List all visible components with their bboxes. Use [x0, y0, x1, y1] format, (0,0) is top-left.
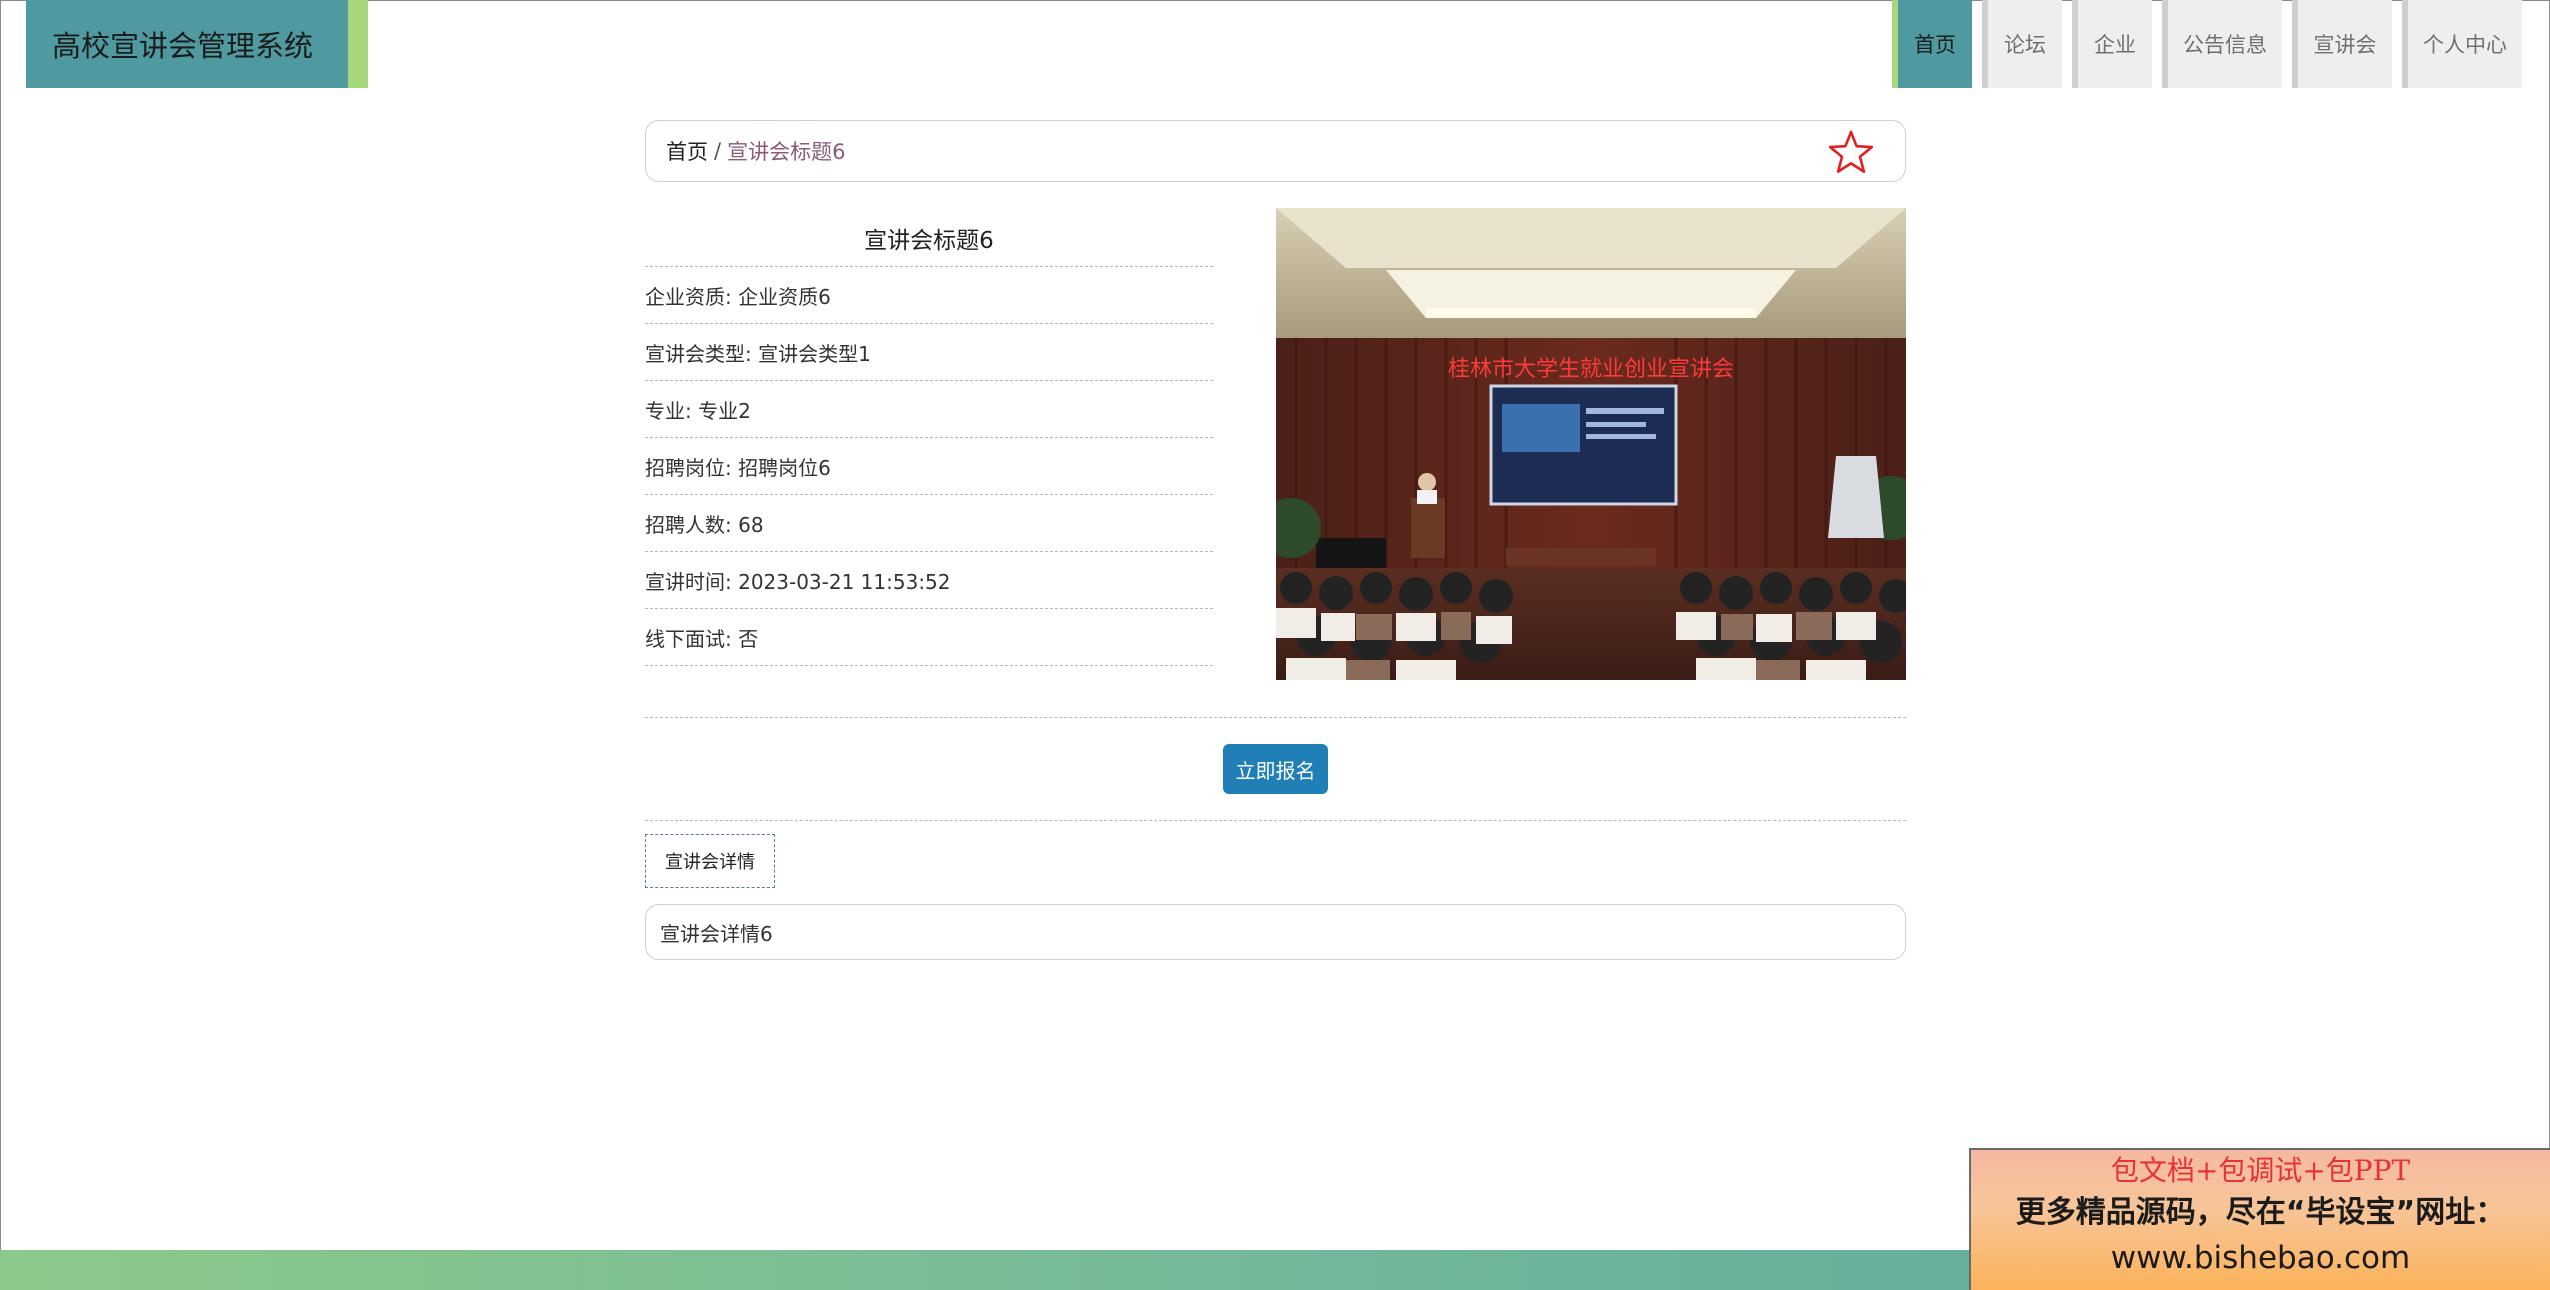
promo-line-2: 更多精品源码，尽在“毕设宝”网址：	[2015, 1195, 2506, 1230]
breadcrumb-home-link[interactable]: 首页	[666, 136, 708, 166]
nav-item-presentations[interactable]: 宣讲会	[2292, 0, 2392, 88]
signup-button[interactable]: 立即报名	[1223, 744, 1328, 794]
photo-banner-text: 桂林市大学生就业创业宣讲会	[1448, 357, 1734, 382]
section-divider	[645, 820, 1906, 821]
nav-item-company[interactable]: 企业	[2072, 0, 2152, 88]
site-logo-title[interactable]: 高校宣讲会管理系统	[26, 0, 368, 88]
info-row-offline-interview: 线下面试: 否	[645, 609, 1213, 666]
promo-overlay[interactable]: 包文档+包调试+包PPT 更多精品源码，尽在“毕设宝”网址： www.bishe…	[1969, 1148, 2550, 1290]
tab-presentation-details[interactable]: 宣讲会详情	[645, 834, 775, 888]
nav-label: 首页	[1914, 33, 1956, 57]
presentation-title: 宣讲会标题6	[645, 210, 1213, 267]
presentation-info: 宣讲会标题6 企业资质: 企业资质6 宣讲会类型: 宣讲会类型1 专业: 专业2…	[645, 210, 1213, 666]
promo-line-1: 包文档+包调试+包PPT	[2110, 1154, 2411, 1187]
breadcrumb: 首页 / 宣讲会标题6	[645, 120, 1906, 182]
nav-label: 个人中心	[2423, 33, 2507, 57]
nav-item-forum[interactable]: 论坛	[1982, 0, 2062, 88]
info-row-major: 专业: 专业2	[645, 381, 1213, 438]
breadcrumb-separator: /	[714, 139, 722, 163]
window-frame	[0, 0, 2550, 1290]
info-row-qualification: 企业资质: 企业资质6	[645, 267, 1213, 324]
section-divider	[645, 717, 1906, 718]
info-row-time: 宣讲时间: 2023-03-21 11:53:52	[645, 552, 1213, 609]
star-outline-icon[interactable]	[1827, 128, 1875, 176]
presentation-details-content: 宣讲会详情6	[645, 904, 1906, 960]
nav-item-profile[interactable]: 个人中心	[2402, 0, 2522, 88]
photo-illustration: 桂林市大学生就业创业宣讲会	[1276, 208, 1906, 680]
breadcrumb-current: 宣讲会标题6	[727, 140, 846, 164]
promo-url[interactable]: www.bishebao.com	[1971, 1236, 2550, 1280]
nav-item-home[interactable]: 首页	[1892, 0, 1972, 88]
nav-label: 论坛	[2004, 33, 2046, 57]
info-row-type: 宣讲会类型: 宣讲会类型1	[645, 324, 1213, 381]
nav-label: 企业	[2094, 33, 2136, 57]
nav-label: 宣讲会	[2313, 33, 2377, 57]
site-title: 高校宣讲会管理系统	[52, 29, 314, 63]
info-row-headcount: 招聘人数: 68	[645, 495, 1213, 552]
nav-item-announcements[interactable]: 公告信息	[2162, 0, 2282, 88]
top-nav: 首页 论坛 企业 公告信息 宣讲会 个人中心	[1882, 0, 2522, 88]
nav-label: 公告信息	[2183, 33, 2267, 57]
presentation-photo: 桂林市大学生就业创业宣讲会	[1276, 208, 1906, 680]
info-row-position: 招聘岗位: 招聘岗位6	[645, 438, 1213, 495]
